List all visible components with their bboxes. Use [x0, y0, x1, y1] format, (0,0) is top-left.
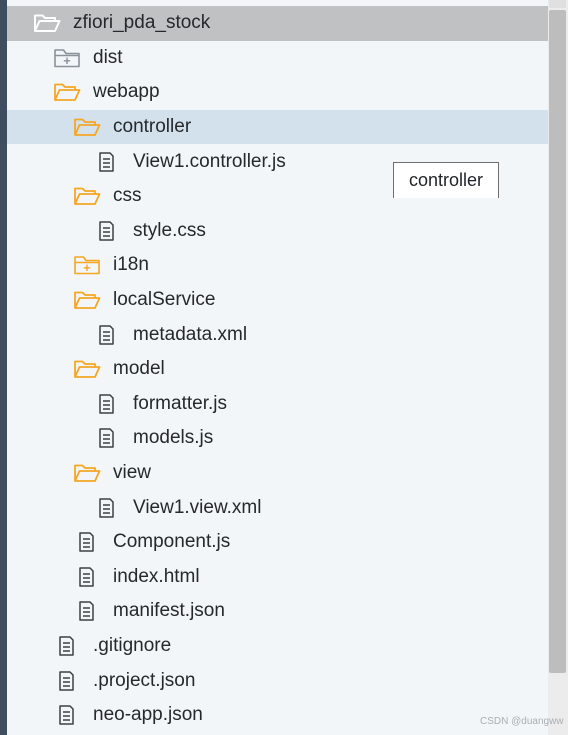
file-icon: [57, 669, 77, 693]
tree-item-label: i18n: [113, 254, 149, 276]
folder-open-icon: [33, 11, 61, 35]
scrollbar-top: [549, 0, 566, 8]
file-icon: [97, 323, 117, 347]
folder-open-icon: [73, 115, 101, 139]
tree-item-label: View1.controller.js: [133, 150, 286, 172]
watermark: CSDN @duangww: [480, 716, 564, 727]
tree-item-component-js[interactable]: Component.js: [7, 525, 548, 559]
tree-item-label: .project.json: [93, 669, 196, 691]
tree-item-label: style.css: [133, 219, 206, 241]
tree-item-style-css[interactable]: style.css: [7, 214, 548, 248]
tree-item-model[interactable]: model: [7, 352, 548, 386]
file-icon: [77, 599, 97, 623]
file-icon: [57, 703, 77, 727]
tree-item-view1-view-xml[interactable]: View1.view.xml: [7, 491, 548, 525]
folder-open-icon: [73, 461, 101, 485]
scrollbar-thumb[interactable]: [549, 10, 566, 673]
tree-item-label: neo-app.json: [93, 704, 203, 726]
folder-open-icon: [53, 80, 81, 104]
tree-item-label: view: [113, 462, 152, 483]
left-edge-strip: [0, 0, 7, 735]
tree-item-label: dist: [93, 46, 123, 68]
tooltip: controller: [393, 162, 499, 198]
file-icon: [97, 426, 117, 450]
file-icon: [77, 530, 97, 554]
tree-item-dist[interactable]: dist: [7, 41, 548, 75]
tree-item-webapp[interactable]: webapp: [7, 75, 548, 109]
tree-item-label: metadata.xml: [133, 323, 248, 345]
file-icon: [97, 150, 117, 174]
tree-item-controller[interactable]: controller: [7, 110, 548, 144]
tree-item-label: model: [113, 358, 165, 380]
tree-item-label: manifest.json: [113, 600, 225, 622]
tree-item-label: Component.js: [113, 531, 231, 553]
tree-item-metadata-xml[interactable]: metadata.xml: [7, 318, 548, 352]
file-icon: [97, 392, 117, 416]
tree-item-gitignore[interactable]: .gitignore: [7, 629, 548, 663]
folder-open-icon: [73, 288, 101, 312]
file-icon: [97, 496, 117, 520]
tree-root-label: zfiori_pda_stock: [73, 12, 211, 33]
tree-root-row[interactable]: zfiori_pda_stock: [7, 6, 548, 40]
tree-item-i18n[interactable]: i18n: [7, 248, 548, 282]
tree-item-label: View1.view.xml: [133, 496, 262, 518]
tree-item-view[interactable]: view: [7, 456, 548, 490]
tree-item-label: models.js: [133, 427, 214, 449]
tree-item-label: controller: [113, 116, 192, 137]
tree-item-label: webapp: [93, 81, 160, 103]
file-icon: [77, 565, 97, 589]
file-icon: [57, 634, 77, 658]
tree-item-label: formatter.js: [133, 392, 227, 414]
tree-item-localservice[interactable]: localService: [7, 283, 548, 317]
tree-item-label: index.html: [113, 565, 200, 587]
file-icon: [97, 219, 117, 243]
tree-item-label: localService: [113, 289, 216, 310]
tree-item-formatter-js[interactable]: formatter.js: [7, 387, 548, 421]
folder-collapsed-icon: [73, 253, 101, 277]
tree-item-index-html[interactable]: index.html: [7, 560, 548, 594]
folder-open-icon: [73, 357, 101, 381]
folder-open-icon: [73, 184, 101, 208]
tree-item-label: css: [113, 185, 142, 207]
tree-item-neo-app-json[interactable]: neo-app.json: [7, 698, 548, 732]
tree-item-label: .gitignore: [93, 635, 172, 656]
tooltip-text: controller: [408, 170, 484, 190]
folder-collapsed-icon: [53, 46, 81, 70]
tree-item-project-json[interactable]: .project.json: [7, 664, 548, 698]
tree-item-models-js[interactable]: models.js: [7, 421, 548, 455]
tree-item-manifest-json[interactable]: manifest.json: [7, 594, 548, 628]
